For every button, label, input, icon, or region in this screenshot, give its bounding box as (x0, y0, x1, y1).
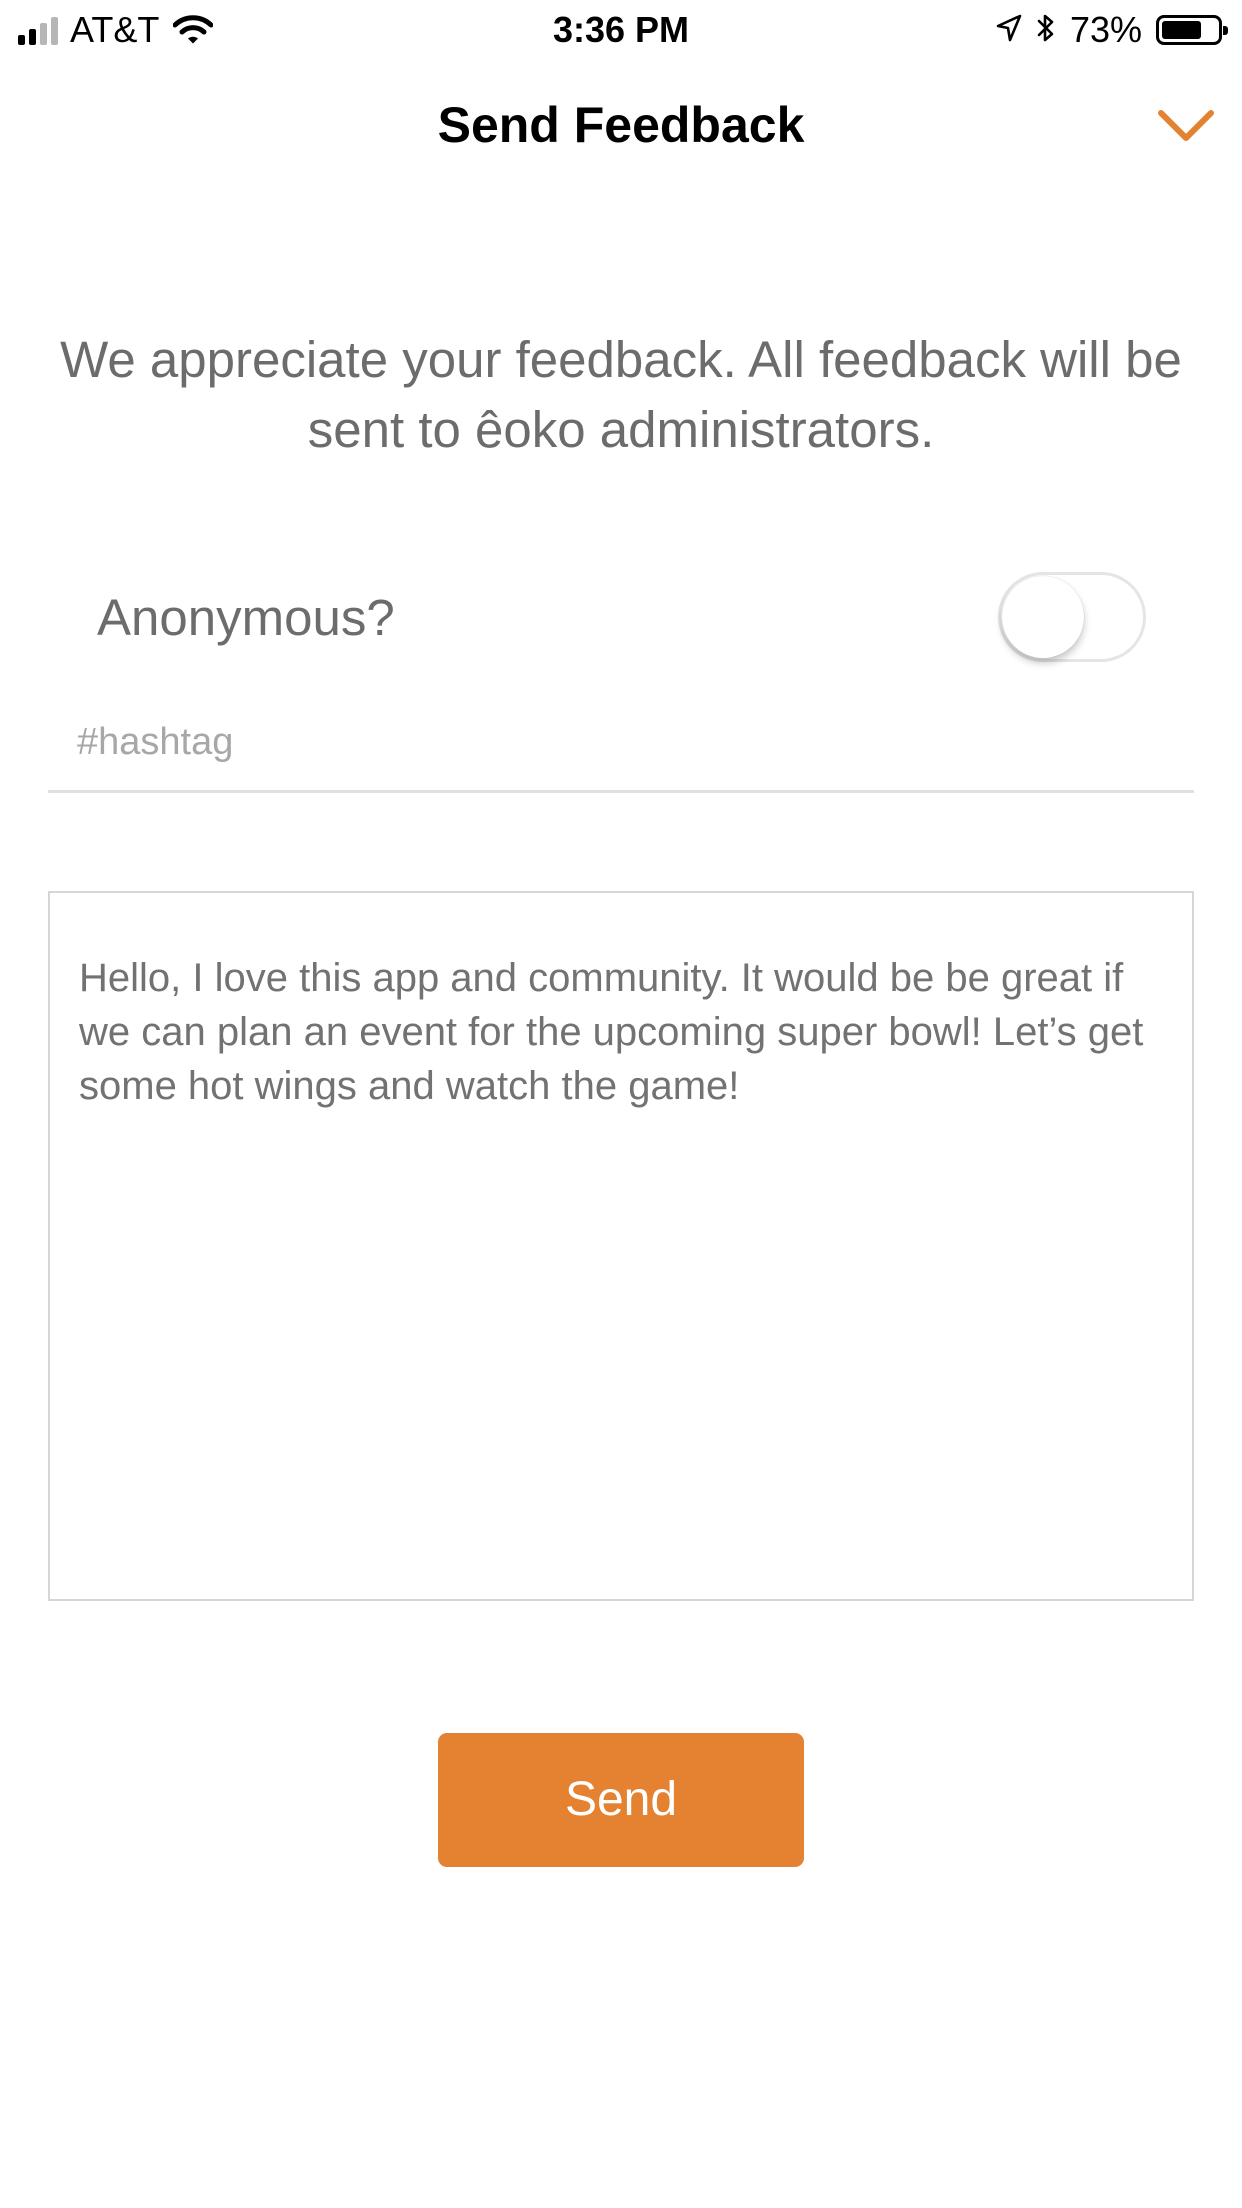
status-right: 73% (996, 8, 1230, 52)
toggle-knob (1002, 576, 1084, 658)
status-bar: AT&T 3:36 PM 73% (0, 0, 1242, 60)
bluetooth-icon (1036, 12, 1056, 49)
location-arrow-icon (996, 14, 1022, 47)
close-button[interactable] (1150, 96, 1222, 156)
send-button[interactable]: Send (438, 1733, 804, 1867)
intro-text: We appreciate your feedback. All feedbac… (60, 331, 1182, 458)
hashtag-input[interactable]: #hashtag (48, 705, 1194, 793)
battery-percent: 73% (1069, 9, 1142, 50)
hashtag-placeholder: #hashtag (77, 721, 234, 763)
page-title: Send Feedback (437, 97, 805, 153)
battery-icon (1156, 15, 1228, 45)
message-text: Hello, I love this app and community. It… (79, 956, 1144, 1108)
battery-fill (1162, 21, 1201, 39)
anonymous-label: Anonymous? (97, 589, 395, 646)
anonymous-toggle[interactable] (998, 572, 1146, 662)
message-textarea[interactable]: Hello, I love this app and community. It… (48, 891, 1194, 1601)
chevron-down-icon (1158, 110, 1214, 141)
